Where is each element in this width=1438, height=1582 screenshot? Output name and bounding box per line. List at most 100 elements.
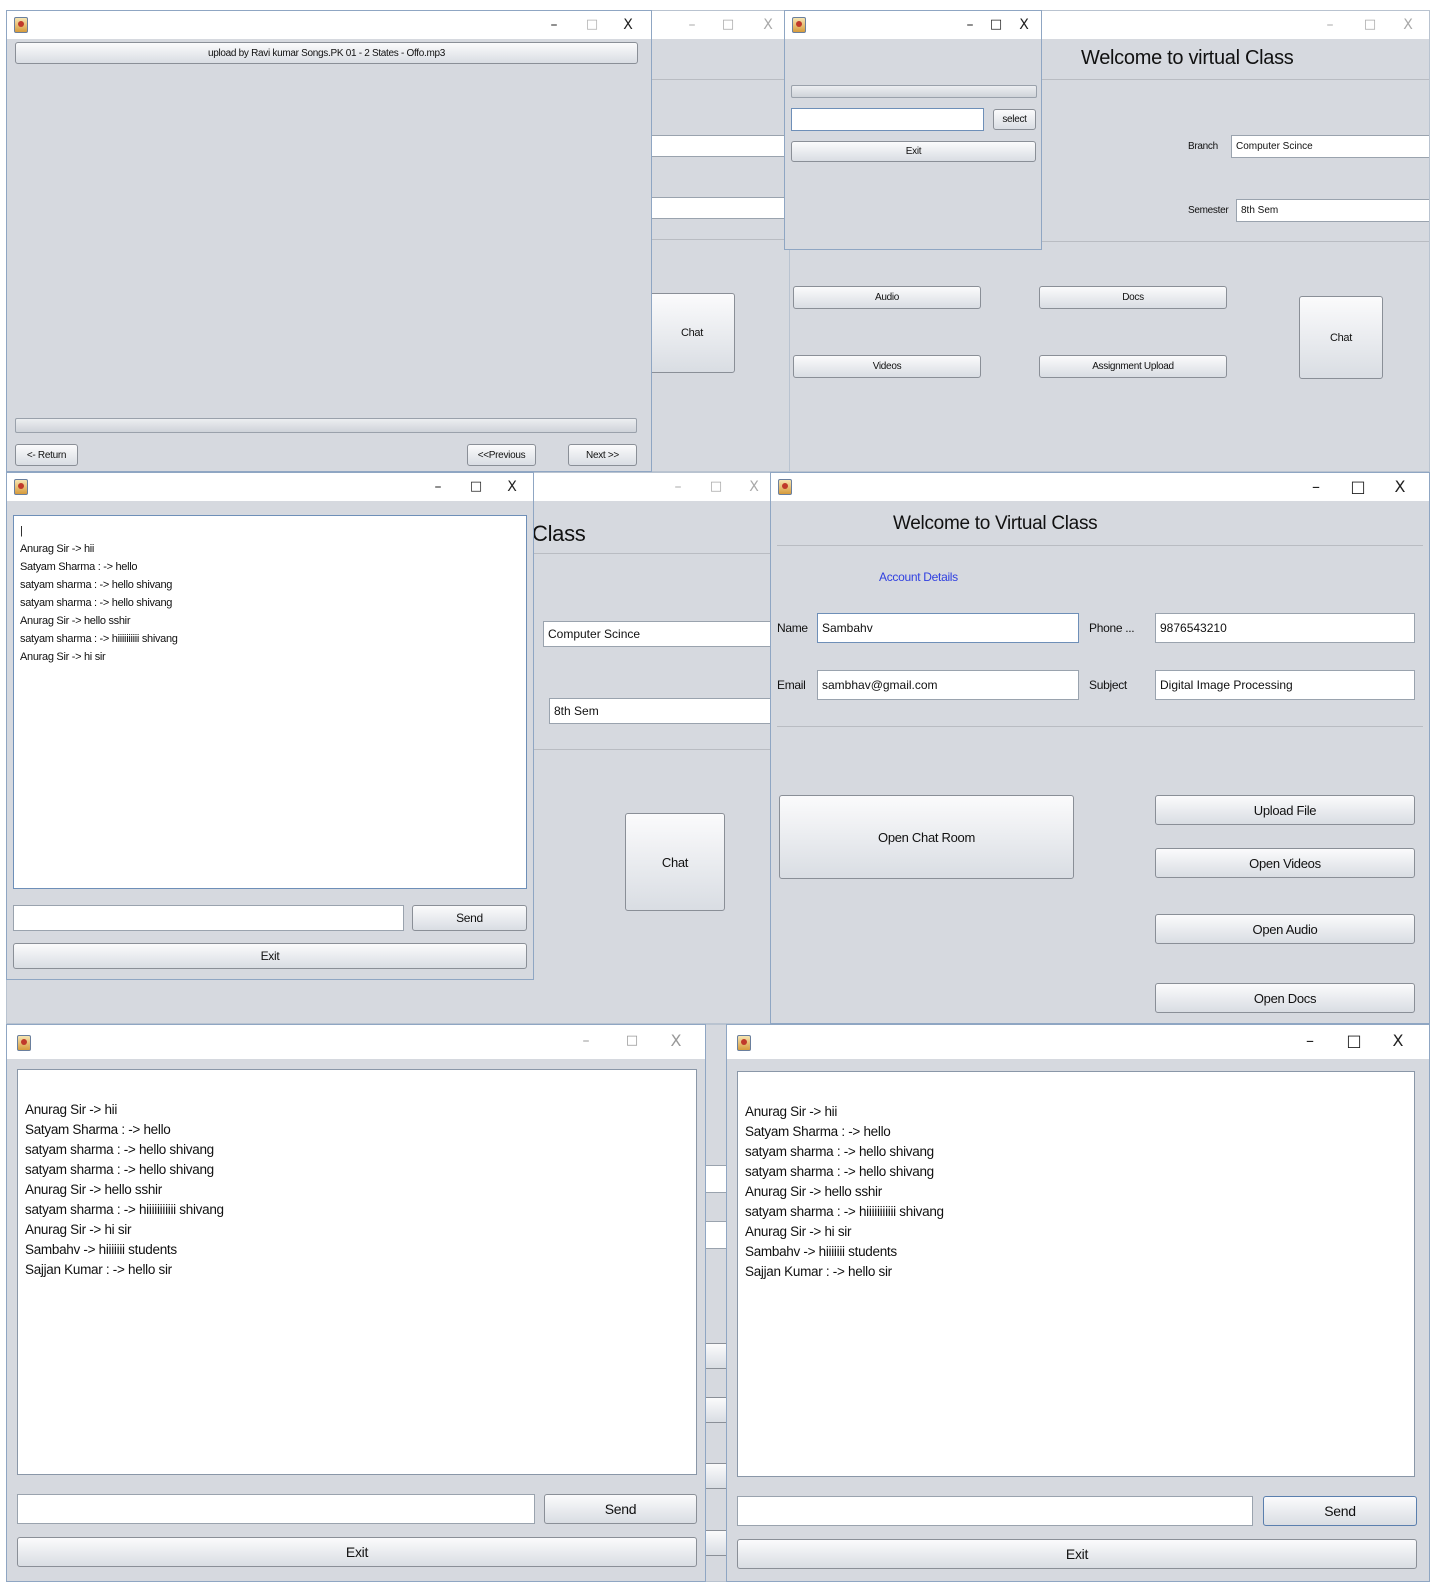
- close-icon[interactable]: X: [491, 473, 533, 501]
- previous-button[interactable]: <<Previous: [467, 444, 536, 466]
- videos-button[interactable]: Videos: [793, 355, 981, 378]
- branch-field[interactable]: Computer Scince: [543, 621, 777, 647]
- exit-button[interactable]: Exit: [13, 943, 527, 969]
- close-icon[interactable]: X: [1377, 1027, 1419, 1055]
- minimize-icon[interactable]: –: [1295, 473, 1337, 501]
- semester-field[interactable]: 8th Sem: [1236, 199, 1429, 222]
- maximize-icon[interactable]: □: [611, 1027, 653, 1055]
- maximize-icon[interactable]: □: [1333, 1027, 1375, 1055]
- open-chat-room-button[interactable]: Open Chat Room: [779, 795, 1074, 879]
- java-icon: [17, 1035, 31, 1051]
- minimize-icon[interactable]: –: [1309, 11, 1351, 39]
- send-button[interactable]: Send: [412, 905, 527, 931]
- name-field[interactable]: Sambahv: [817, 613, 1079, 643]
- maximize-icon[interactable]: □: [707, 11, 749, 39]
- chat-message: Anurag Sir -> hello sshir: [25, 1182, 162, 1197]
- open-audio-button[interactable]: Open Audio: [1155, 914, 1415, 944]
- close-icon[interactable]: X: [1009, 11, 1039, 39]
- divider: [641, 239, 789, 240]
- branch-field[interactable]: Computer Scince: [1231, 135, 1429, 158]
- close-icon[interactable]: X: [747, 11, 789, 39]
- chat-messages-area[interactable]: | Anurag Sir -> hii Satyam Sharma : -> h…: [13, 515, 527, 889]
- send-button[interactable]: Send: [544, 1494, 697, 1524]
- exit-button[interactable]: Exit: [737, 1539, 1417, 1569]
- java-icon: [14, 17, 28, 33]
- phone-field[interactable]: 9876543210: [1155, 613, 1415, 643]
- chat-message: Anurag Sir -> hi sir: [20, 651, 106, 663]
- minimize-icon[interactable]: –: [565, 1027, 607, 1055]
- java-icon: [737, 1035, 751, 1051]
- chat-message: Sajjan Kumar : -> hello sir: [745, 1264, 892, 1279]
- chat-messages-area[interactable]: Anurag Sir -> hii Satyam Sharma : -> hel…: [17, 1069, 697, 1475]
- account-details-heading: Account Details: [879, 570, 958, 584]
- chat-message: satyam sharma : -> hello shivang: [20, 579, 173, 591]
- name-label: Name: [777, 621, 808, 635]
- minimize-icon[interactable]: –: [417, 473, 459, 501]
- chat-message: satyam sharma : -> hiiiiiiiiiii shivang: [25, 1202, 224, 1217]
- semester-field[interactable]: 8th Sem: [549, 698, 777, 724]
- upload-progress-bar: [791, 85, 1037, 98]
- chat-button[interactable]: Chat: [649, 293, 735, 373]
- next-button[interactable]: Next >>: [568, 444, 637, 466]
- semester-label: Semester: [1188, 205, 1229, 216]
- title-bar: – □ X: [7, 473, 533, 501]
- email-field[interactable]: sambhav@gmail.com: [817, 670, 1079, 700]
- file-path-field[interactable]: [791, 108, 984, 131]
- divider: [777, 545, 1423, 546]
- exit-button[interactable]: Exit: [17, 1537, 697, 1567]
- exit-button[interactable]: Exit: [791, 141, 1036, 162]
- close-icon[interactable]: X: [655, 1027, 697, 1055]
- text-field[interactable]: [651, 135, 789, 157]
- chat-messages-area[interactable]: Anurag Sir -> hii Satyam Sharma : -> hel…: [737, 1071, 1415, 1477]
- message-list: Anurag Sir -> hii Satyam Sharma : -> hel…: [25, 1100, 689, 1280]
- chat-message: satyam sharma : -> hello shivang: [25, 1142, 214, 1157]
- maximize-icon[interactable]: □: [1349, 11, 1391, 39]
- message-input[interactable]: [13, 905, 404, 931]
- close-icon[interactable]: X: [733, 473, 775, 501]
- chat-message: Anurag Sir -> hello sshir: [745, 1184, 882, 1199]
- message-list: Anurag Sir -> hii Satyam Sharma : -> hel…: [745, 1102, 1407, 1282]
- text-field[interactable]: [651, 197, 789, 219]
- open-docs-button[interactable]: Open Docs: [1155, 983, 1415, 1013]
- message-input[interactable]: [737, 1496, 1253, 1526]
- close-icon[interactable]: X: [1387, 11, 1429, 39]
- select-button[interactable]: select: [993, 109, 1036, 130]
- window-media-player: – □ X upload by Ravi kumar Songs.PK 01 -…: [6, 10, 652, 472]
- chat-message: Anurag Sir -> hi sir: [25, 1222, 132, 1237]
- return-button[interactable]: <- Return: [15, 444, 78, 466]
- window-chat-right: – □ X Anurag Sir -> hii Satyam Sharma : …: [726, 1024, 1430, 1582]
- upload-file-button[interactable]: Upload File: [1155, 795, 1415, 825]
- subject-field[interactable]: Digital Image Processing: [1155, 670, 1415, 700]
- send-button[interactable]: Send: [1263, 1496, 1417, 1526]
- close-icon[interactable]: X: [1379, 473, 1421, 501]
- chat-button[interactable]: Chat: [625, 813, 725, 911]
- chat-message: Satyam Sharma : -> hello: [745, 1124, 891, 1139]
- divider: [641, 79, 789, 80]
- track-name-button[interactable]: upload by Ravi kumar Songs.PK 01 - 2 Sta…: [15, 42, 638, 64]
- playback-progress-bar[interactable]: [15, 418, 637, 433]
- close-icon[interactable]: X: [607, 11, 649, 39]
- minimize-icon[interactable]: –: [657, 473, 699, 501]
- minimize-icon[interactable]: –: [533, 11, 575, 39]
- title-bar: – □ X: [785, 11, 1041, 39]
- text-cursor: |: [20, 525, 23, 537]
- chat-message: Anurag Sir -> hii: [745, 1104, 838, 1119]
- maximize-icon[interactable]: □: [1337, 473, 1379, 501]
- title-bar: – □ X: [771, 473, 1429, 501]
- message-input[interactable]: [17, 1494, 535, 1524]
- chat-message: Sajjan Kumar : -> hello sir: [25, 1262, 172, 1277]
- chat-button[interactable]: Chat: [1299, 296, 1383, 379]
- maximize-icon[interactable]: □: [981, 11, 1011, 39]
- audio-button[interactable]: Audio: [793, 286, 981, 309]
- maximize-icon[interactable]: □: [695, 473, 737, 501]
- chat-message: Anurag Sir -> hii: [25, 1102, 118, 1117]
- chat-message: Anurag Sir -> hello sshir: [20, 615, 131, 627]
- chat-message: satyam sharma : -> hello shivang: [20, 597, 173, 609]
- docs-button[interactable]: Docs: [1039, 286, 1227, 309]
- chat-message: satyam sharma : -> hello shivang: [745, 1144, 934, 1159]
- branch-label: Branch: [1188, 141, 1218, 152]
- chat-message: satyam sharma : -> hiiiiiiiiii shivang: [20, 633, 178, 645]
- minimize-icon[interactable]: –: [1289, 1027, 1331, 1055]
- assignment-upload-button[interactable]: Assignment Upload: [1039, 355, 1227, 378]
- open-videos-button[interactable]: Open Videos: [1155, 848, 1415, 878]
